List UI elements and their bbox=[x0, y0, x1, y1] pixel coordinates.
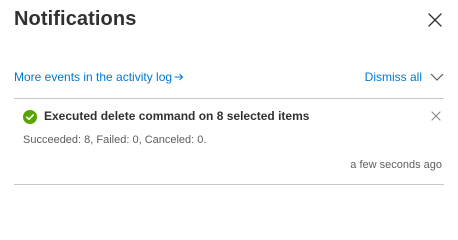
dismiss-all-button[interactable]: Dismiss all bbox=[365, 70, 444, 84]
notification-title: Executed delete command on 8 selected it… bbox=[44, 109, 310, 123]
arrow-right-icon bbox=[174, 73, 184, 81]
activity-log-link[interactable]: More events in the activity log bbox=[14, 70, 184, 84]
notification-item[interactable]: Executed delete command on 8 selected it… bbox=[14, 98, 444, 185]
success-check-icon bbox=[23, 110, 37, 124]
chevron-down-icon[interactable] bbox=[430, 73, 444, 81]
dismiss-all-label: Dismiss all bbox=[364, 70, 422, 84]
close-icon bbox=[428, 13, 442, 27]
notification-timestamp: a few seconds ago bbox=[350, 159, 442, 171]
close-panel-button[interactable] bbox=[426, 11, 444, 29]
dismiss-notification-button[interactable] bbox=[430, 110, 442, 122]
activity-log-link-label: More events in the activity log bbox=[14, 70, 173, 84]
notifications-panel: Notifications More events in the activit… bbox=[0, 0, 458, 231]
close-icon bbox=[431, 111, 441, 121]
notifications-toolbar: More events in the activity log Dismiss … bbox=[14, 68, 444, 88]
notification-body: Succeeded: 8, Failed: 0, Canceled: 0. bbox=[23, 134, 207, 146]
panel-title: Notifications bbox=[14, 8, 137, 30]
